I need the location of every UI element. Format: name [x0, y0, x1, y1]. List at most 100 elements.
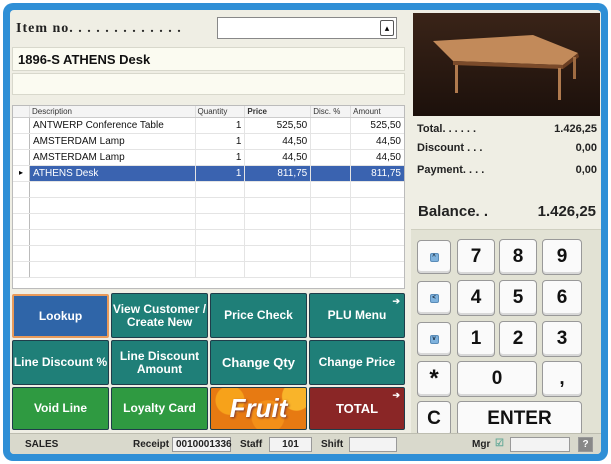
empty-row — [13, 246, 404, 262]
key-2[interactable]: 2 — [499, 321, 537, 357]
payment-label: Payment. . . . — [417, 164, 485, 176]
mgr-field[interactable] — [510, 437, 570, 452]
scroll-down-button[interactable]: v — [417, 322, 451, 356]
table-row[interactable]: ANTWERP Conference Table 1 525,50 525,50 — [13, 118, 404, 134]
item-name-display: 1896-S ATHENS Desk — [12, 47, 405, 71]
header-price: Price — [245, 106, 312, 117]
plu-menu-button[interactable]: PLU Menu ➔ — [309, 293, 405, 338]
row-marker — [13, 118, 30, 133]
table-row[interactable]: AMSTERDAM Lamp 1 44,50 44,50 — [13, 150, 404, 166]
item-number-input[interactable]: ▴ — [217, 17, 397, 39]
loyalty-card-label: Loyalty Card — [123, 401, 196, 415]
empty-row — [13, 198, 404, 214]
row-quantity: 1 — [196, 118, 246, 133]
table-row[interactable]: AMSTERDAM Lamp 1 44,50 44,50 — [13, 134, 404, 150]
view-customer-label: View Customer / Create New — [112, 301, 207, 329]
item-number-label: Item no. . . . . . . . . . . . . — [16, 21, 182, 36]
key-star[interactable]: * — [417, 361, 451, 397]
lookup-button[interactable]: Lookup — [12, 294, 109, 338]
price-check-button[interactable]: Price Check — [210, 293, 307, 338]
line-discount-amount-button[interactable]: Line Discount Amount — [111, 340, 208, 385]
submenu-arrow-icon: ➔ — [392, 296, 400, 306]
total-value: 1.426,25 — [554, 123, 597, 135]
key-4[interactable]: 4 — [457, 280, 495, 316]
pos-window-frame: Item no. . . . . . . . . . . . . ▴ 1896-… — [3, 3, 608, 461]
key-comma[interactable]: , — [542, 361, 582, 397]
help-icon[interactable]: ? — [578, 437, 593, 452]
key-1[interactable]: 1 — [457, 321, 495, 357]
row-quantity: 1 — [196, 134, 246, 149]
dropdown-arrow-icon[interactable]: ▴ — [380, 20, 394, 36]
row-description: ANTWERP Conference Table — [30, 118, 196, 133]
row-quantity: 1 — [196, 150, 246, 165]
item-info-display — [12, 73, 405, 95]
arrow-down-icon: v — [429, 334, 439, 344]
key-7[interactable]: 7 — [457, 239, 495, 275]
void-line-label: Void Line — [33, 401, 88, 415]
header-amount: Amount — [353, 107, 381, 116]
line-discount-amount-label: Line Discount Amount — [119, 348, 200, 376]
empty-row — [13, 182, 404, 198]
mgr-checkbox[interactable]: ☑ — [495, 438, 504, 449]
key-0[interactable]: 0 — [457, 361, 537, 397]
key-3[interactable]: 3 — [542, 321, 582, 357]
empty-row — [13, 262, 404, 278]
status-bar: SALES Receipt 0010001336 Staff 101 Shift… — [10, 433, 601, 454]
key-9[interactable]: 9 — [542, 239, 582, 275]
table-row-selected[interactable]: ▸ ATHENS Desk 1 811,75 811,75 — [13, 166, 404, 182]
item-number-row: Item no. . . . . . . . . . . . . ▴ — [12, 15, 407, 42]
key-5[interactable]: 5 — [499, 280, 537, 316]
row-amount: 44,50 — [375, 136, 401, 147]
receipt-number: 0010001336 — [172, 437, 232, 452]
fruit-button[interactable]: Fruit — [210, 387, 307, 430]
row-disc — [311, 150, 352, 165]
balance-line: Balance. . 1.426,25 — [413, 196, 600, 226]
row-description: AMSTERDAM Lamp — [30, 134, 196, 149]
row-disc — [311, 134, 352, 149]
arrow-up-icon: ^ — [429, 252, 439, 262]
row-price: 811,75 — [245, 166, 312, 181]
numeric-keypad: ^ 7 8 9 < 4 5 6 v 1 2 3 * 0 , C ENTER — [411, 229, 601, 451]
row-price: 525,50 — [245, 118, 312, 133]
product-image — [413, 13, 600, 116]
void-line-button[interactable]: Void Line — [12, 387, 109, 430]
row-price: 44,50 — [245, 150, 312, 165]
discount-label: Discount . . . — [417, 142, 483, 154]
price-check-label: Price Check — [224, 308, 293, 322]
scroll-left-button[interactable]: < — [417, 281, 451, 315]
plu-menu-label: PLU Menu — [327, 308, 387, 322]
row-amount: 811,75 — [371, 168, 401, 179]
selected-row-marker-icon: ▸ — [13, 166, 30, 181]
row-description: ATHENS Desk — [30, 166, 196, 181]
change-price-button[interactable]: Change Price — [309, 340, 405, 385]
row-amount: 525,50 — [370, 120, 401, 131]
change-price-label: Change Price — [318, 355, 396, 369]
change-qty-button[interactable]: Change Qty — [210, 340, 307, 385]
empty-row — [13, 230, 404, 246]
header-quantity: Quantity — [196, 106, 246, 117]
row-quantity: 1 — [196, 166, 246, 181]
key-8[interactable]: 8 — [499, 239, 537, 275]
line-discount-pct-label: Line Discount % — [13, 355, 108, 369]
total-line: Total. . . . . . 1.426,25 — [417, 123, 597, 135]
enter-button[interactable]: ENTER — [457, 401, 582, 437]
header-marker — [13, 106, 30, 117]
staff-label: Staff — [240, 439, 263, 450]
scroll-up-button[interactable]: ^ — [417, 240, 451, 274]
shift-label: Shift — [321, 439, 344, 450]
pos-window: Item no. . . . . . . . . . . . . ▴ 1896-… — [10, 10, 601, 454]
view-customer-button[interactable]: View Customer / Create New — [111, 293, 208, 338]
order-lines-table[interactable]: Description Quantity Price Disc. % Amoun… — [12, 105, 405, 289]
row-description: AMSTERDAM Lamp — [30, 150, 196, 165]
total-button[interactable]: TOTAL ➔ — [309, 387, 405, 430]
line-discount-pct-button[interactable]: Line Discount % — [12, 340, 109, 385]
key-6[interactable]: 6 — [542, 280, 582, 316]
table-header: Description Quantity Price Disc. % Amoun… — [13, 106, 404, 118]
total-button-label: TOTAL — [335, 401, 379, 416]
header-description: Description — [30, 106, 196, 117]
key-clear[interactable]: C — [417, 401, 451, 437]
row-disc — [311, 118, 352, 133]
mgr-label: Mgr — [472, 439, 491, 450]
submenu-arrow-icon: ➔ — [392, 390, 400, 400]
loyalty-card-button[interactable]: Loyalty Card — [111, 387, 208, 430]
